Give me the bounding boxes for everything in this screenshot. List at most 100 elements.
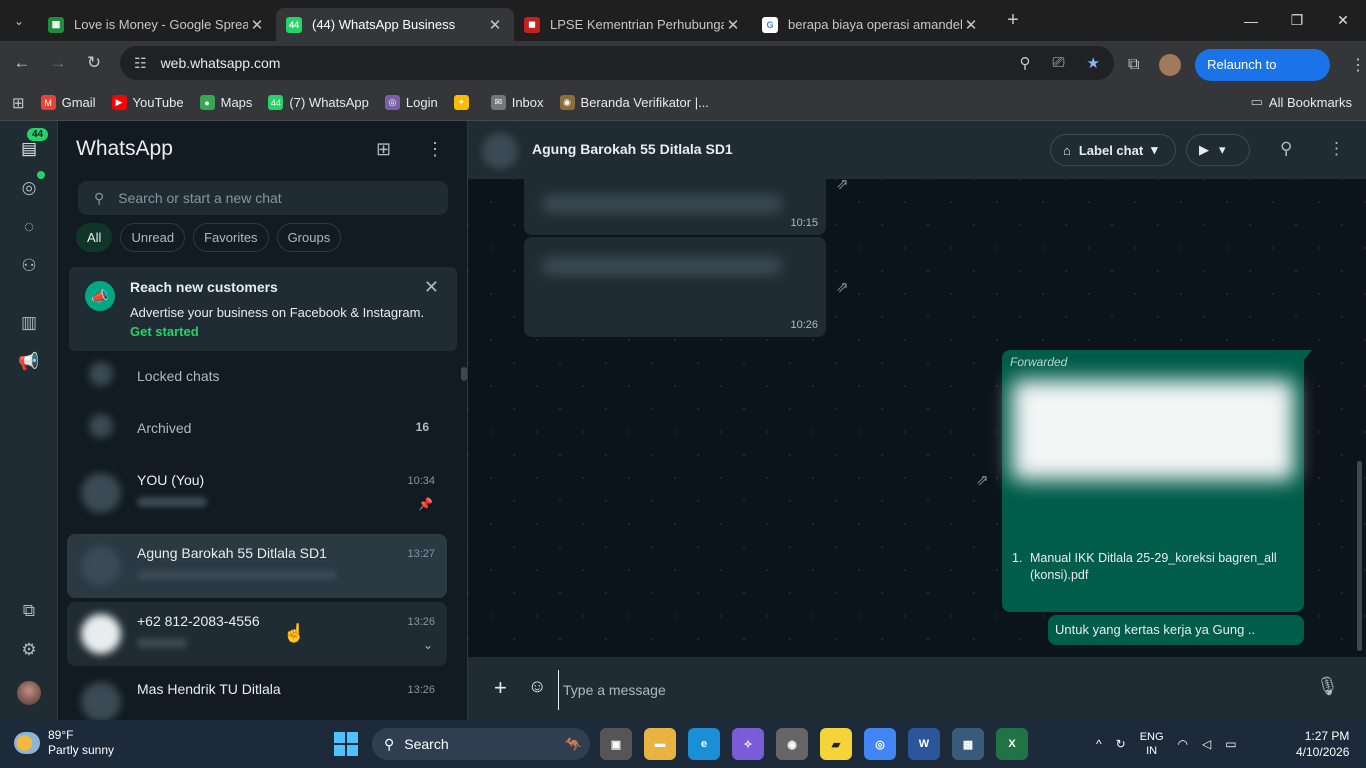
bookmark-login[interactable]: ◎ Login <box>384 95 438 110</box>
forward-icon[interactable]: ⇗ <box>836 175 849 193</box>
reload-icon[interactable]: ↻ <box>76 53 112 73</box>
filter-all[interactable]: All <box>76 223 113 252</box>
excel-icon[interactable]: X <box>996 728 1028 760</box>
catalog-store-icon[interactable]: ▥ <box>18 313 40 335</box>
chat-list-scrollbar[interactable] <box>461 361 467 720</box>
contact-avatar[interactable] <box>482 133 518 169</box>
search-input[interactable] <box>118 190 419 206</box>
video-call-button[interactable]: ▶ ▾ <box>1186 134 1250 166</box>
chat-list-item[interactable]: +62 812-2083-4556 13:26 ⌄ <box>67 602 447 666</box>
file-explorer-icon[interactable]: ▬ <box>644 728 676 760</box>
bookmark-beranda[interactable]: ◉ Beranda Verifikator |... <box>559 95 709 110</box>
menu-dots-icon[interactable]: ⋮ <box>1328 139 1345 159</box>
status-icon[interactable]: ◎ <box>18 178 40 200</box>
new-tab-plus-icon[interactable]: + <box>996 9 1030 32</box>
forward-arrow-icon[interactable]: → <box>40 53 76 73</box>
conversation-scrollbar[interactable] <box>1357 461 1362 651</box>
tab-search-chevron-icon[interactable]: ⌄ <box>0 0 38 41</box>
forward-icon[interactable]: ⇗ <box>836 278 849 296</box>
volume-icon[interactable]: ◁ <box>1202 737 1211 751</box>
filter-unread[interactable]: Unread <box>120 223 186 252</box>
outgoing-message[interactable]: Untuk yang kertas kerja ya Gung .. <box>1048 615 1304 645</box>
close-tab-icon[interactable]: ✕ <box>724 16 742 34</box>
archived-row[interactable]: Archived 16 <box>67 404 447 452</box>
label-chat-button[interactable]: ⌂ Label chat ▾ <box>1050 134 1176 166</box>
taskbar-clock[interactable]: 1:27 PM 4/10/2026 <box>1296 728 1349 760</box>
zoom-icon[interactable]: ⚲ <box>1020 54 1031 72</box>
battery-icon[interactable]: ▭ <box>1225 737 1236 751</box>
edge-icon[interactable]: e <box>688 728 720 760</box>
back-arrow-icon[interactable]: ← <box>4 53 40 73</box>
chat-list-item[interactable]: YOU (You) 10:34 📌 <box>67 461 447 525</box>
weather-widget[interactable]: 89°F Partly sunny <box>14 728 114 758</box>
apps-grid-icon[interactable]: ⊞ <box>12 94 25 112</box>
bookmark-gmail[interactable]: M Gmail <box>40 95 96 110</box>
taskbar-search[interactable]: ⚲ Search 🦘 <box>372 728 590 760</box>
wifi-icon[interactable]: ◠ <box>1178 737 1188 751</box>
communities-icon[interactable]: ⚇ <box>18 256 40 278</box>
browser-menu-icon[interactable]: ⋮ <box>1350 55 1366 75</box>
close-tab-icon[interactable]: ✕ <box>962 16 980 34</box>
task-view-icon[interactable]: ▣ <box>600 728 632 760</box>
bookmark-whatsapp[interactable]: 44 (7) WhatsApp <box>268 95 369 110</box>
contact-name[interactable]: Agung Barokah 55 Ditlala SD1 <box>532 141 733 157</box>
close-tab-icon[interactable]: ✕ <box>248 16 266 34</box>
emoji-sticker-icon[interactable]: ☺ <box>528 676 546 697</box>
close-icon[interactable]: ✕ <box>424 277 439 298</box>
message-input[interactable] <box>558 670 1298 710</box>
chats-icon[interactable]: ▤ <box>18 139 40 161</box>
address-bar[interactable]: ☷ web.whatsapp.com ⚲ ⎚ ★ <box>120 46 1114 80</box>
incoming-message[interactable]: 10:15 <box>524 179 826 235</box>
minimize-icon[interactable]: — <box>1228 0 1274 41</box>
microphone-icon[interactable]: 🎙 <box>1316 676 1339 697</box>
incoming-message[interactable]: 10:26 <box>524 237 826 337</box>
forward-icon[interactable]: ⇗ <box>976 471 989 489</box>
windows-start-icon[interactable] <box>334 732 358 756</box>
tab-whatsapp[interactable]: 44 (44) WhatsApp Business ✕ <box>276 8 514 41</box>
bookmark-youtube[interactable]: ▶ YouTube <box>111 95 184 110</box>
get-started-link[interactable]: Get started <box>130 324 199 339</box>
tab-google-search[interactable]: G berapa biaya operasi amandel - ✕ <box>752 8 990 41</box>
sticky-notes-icon[interactable]: ▰ <box>820 728 852 760</box>
chevron-up-icon[interactable]: ^ <box>1096 737 1102 751</box>
locked-chats-row[interactable]: Locked chats <box>67 352 447 400</box>
camera-icon[interactable]: ◉ <box>776 728 808 760</box>
media-gallery-icon[interactable]: ⧉ <box>18 601 40 623</box>
chat-list-item[interactable]: Agung Barokah 55 Ditlala SD1 13:27 <box>67 534 447 598</box>
bookmark-photos[interactable]: ✦ <box>453 95 475 110</box>
bookmark-maps[interactable]: ● Maps <box>199 95 252 110</box>
bookmark-star-icon[interactable]: ★ <box>1087 54 1100 72</box>
language-indicator[interactable]: ENG IN <box>1140 730 1164 758</box>
bookmark-inbox[interactable]: ✉ Inbox <box>490 95 544 110</box>
close-window-icon[interactable]: ✕ <box>1320 0 1366 41</box>
filter-favorites[interactable]: Favorites <box>193 223 269 252</box>
nav-rail: ▤ 44 ◎ ◌ ⚇ ▥ 📢 ⧉ ⚙ <box>0 121 58 720</box>
sync-icon[interactable]: ↻ <box>1116 737 1126 751</box>
chrome-icon[interactable]: ◎ <box>864 728 896 760</box>
install-app-icon[interactable]: ⎚ <box>1053 54 1065 72</box>
tab-google-sheets[interactable]: ▦ Love is Money - Google Spread ✕ <box>38 8 276 41</box>
tab-lpse[interactable]: ◼ LPSE Kementrian Perhubungan ✕ <box>514 8 752 41</box>
all-bookmarks-folder[interactable]: ▭ All Bookmarks <box>1251 94 1352 110</box>
extensions-puzzle-icon[interactable]: ⧉ <box>1128 56 1139 74</box>
my-profile-avatar[interactable] <box>17 681 41 705</box>
attach-plus-icon[interactable]: + <box>494 675 507 701</box>
restore-icon[interactable]: ❐ <box>1274 0 1320 41</box>
word-icon[interactable]: W <box>908 728 940 760</box>
profile-avatar[interactable] <box>1159 54 1182 76</box>
copilot-icon[interactable]: ✧ <box>732 728 764 760</box>
search-icon[interactable]: ⚲ <box>1280 139 1292 159</box>
filter-groups[interactable]: Groups <box>276 223 342 252</box>
menu-dots-icon[interactable]: ⋮ <box>426 139 444 160</box>
scrollbar-thumb[interactable] <box>461 367 467 381</box>
outgoing-document-message[interactable]: Forwarded 1. Manual IKK Ditlala 25-29_ko… <box>1002 350 1304 612</box>
site-info-icon[interactable]: ☷ <box>134 55 147 72</box>
relaunch-button[interactable]: Relaunch to update <box>1195 49 1330 104</box>
settings-gear-icon[interactable]: ⚙ <box>18 640 40 662</box>
new-chat-icon[interactable]: ⊞ <box>376 139 391 160</box>
close-tab-icon[interactable]: ✕ <box>486 16 504 34</box>
megaphone-ads-icon[interactable]: 📢 <box>18 352 40 374</box>
calculator-icon[interactable]: ▦ <box>952 728 984 760</box>
chevron-down-icon[interactable]: ⌄ <box>423 638 433 652</box>
channels-icon[interactable]: ◌ <box>18 217 40 239</box>
